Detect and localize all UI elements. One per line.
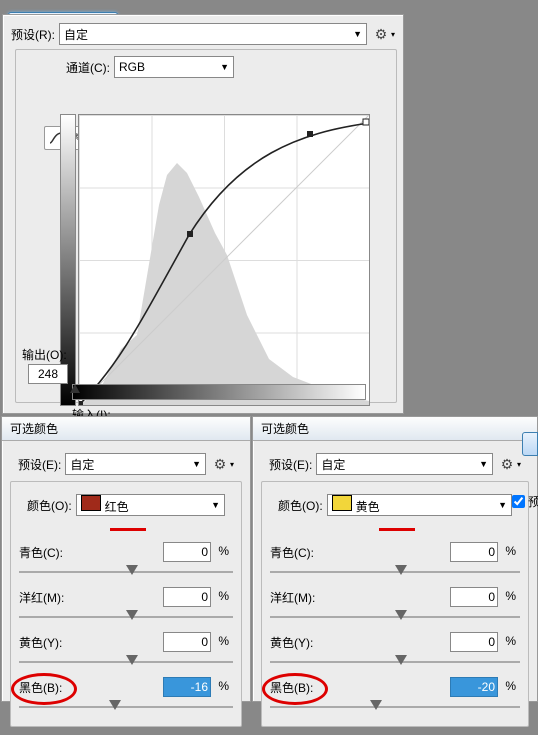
yellow-slider[interactable]: [19, 655, 233, 669]
output-value[interactable]: 248: [28, 364, 68, 384]
black-row: 黑色(B): -20%: [270, 679, 520, 714]
output-label: 输出(O):: [22, 346, 67, 363]
annotation-underline: [110, 528, 146, 531]
yellow-input[interactable]: 0: [450, 632, 498, 652]
ok-button-clipped[interactable]: [522, 432, 538, 456]
color-swatch-icon: [332, 495, 352, 511]
cyan-slider[interactable]: [270, 565, 520, 579]
preview-checkbox[interactable]: [512, 495, 525, 508]
chevron-down-icon: ▼: [192, 459, 201, 469]
magenta-slider[interactable]: [19, 610, 233, 624]
gear-menu-arrow-icon: ▾: [391, 30, 395, 39]
preset-value: 自定: [64, 26, 88, 43]
gear-icon[interactable]: [212, 456, 228, 472]
channel-value: RGB: [119, 60, 145, 74]
yellow-row: 黄色(Y): 0%: [270, 634, 520, 669]
color-swatch-icon: [81, 495, 101, 511]
gear-icon[interactable]: [499, 456, 515, 472]
preview-checkbox-row-2[interactable]: 预: [508, 492, 538, 511]
curves-panel: 预设(R): 自定 ▼ ▾ 通道(C): RGB ▼ ✎: [2, 14, 404, 414]
black-point-slider[interactable]: [70, 384, 80, 393]
annotation-underline: [379, 528, 415, 531]
sc-preset-dropdown[interactable]: 自定▼: [65, 453, 206, 475]
channel-label: 通道(C):: [66, 59, 110, 76]
sc-preset-label: 预设(E):: [269, 456, 312, 473]
black-slider[interactable]: [19, 700, 233, 714]
black-input[interactable]: -20: [450, 677, 498, 697]
yellow-row: 黄色(Y): 0%: [19, 634, 233, 669]
magenta-slider[interactable]: [270, 610, 520, 624]
black-slider[interactable]: [270, 700, 520, 714]
black-row: 黑色(B): -16%: [19, 679, 233, 714]
selective-color-panel-1: 可选颜色 预设(E): 自定▼ ▾ 颜色(O): 红色 ▼ 青色(C): 0%: [1, 416, 251, 702]
input-gradient[interactable]: [72, 384, 366, 400]
preset-dropdown[interactable]: 自定 ▼: [59, 23, 367, 45]
panel-title: 可选颜色: [2, 417, 250, 441]
chevron-down-icon: ▼: [479, 459, 488, 469]
preset-label: 预设(R):: [11, 26, 55, 43]
curves-group: 通道(C): RGB ▼ ✎: [15, 49, 397, 403]
sc-preset-dropdown[interactable]: 自定▼: [316, 453, 493, 475]
curves-graph[interactable]: [78, 114, 370, 406]
panel-title: 可选颜色: [253, 417, 537, 441]
cyan-slider[interactable]: [19, 565, 233, 579]
black-input[interactable]: -16: [163, 677, 211, 697]
magenta-row: 洋红(M): 0%: [19, 589, 233, 624]
selective-color-panel-2: 可选颜色 预设(E): 自定▼ ▾ 颜色(O): 黄色 ▼ 青色(C): 0%: [252, 416, 538, 702]
chevron-down-icon: ▼: [220, 62, 229, 72]
cyan-row: 青色(C): 0%: [270, 544, 520, 579]
cyan-input[interactable]: 0: [450, 542, 498, 562]
yellow-input[interactable]: 0: [163, 632, 211, 652]
magenta-input[interactable]: 0: [163, 587, 211, 607]
chevron-down-icon: ▼: [211, 500, 220, 510]
magenta-input[interactable]: 0: [450, 587, 498, 607]
chevron-down-icon: ▼: [498, 500, 507, 510]
cyan-input[interactable]: 0: [163, 542, 211, 562]
sc-group: 颜色(O): 红色 ▼ 青色(C): 0% 洋红(M): 0% 黄色(Y): 0…: [10, 481, 242, 727]
sc-preset-label: 预设(E):: [18, 456, 61, 473]
yellow-slider[interactable]: [270, 655, 520, 669]
magenta-row: 洋红(M): 0%: [270, 589, 520, 624]
sc-color-label: 颜色(O):: [278, 497, 323, 514]
gear-icon[interactable]: [373, 26, 389, 42]
chevron-down-icon: ▼: [353, 29, 362, 39]
sc-color-label: 颜色(O):: [27, 497, 72, 514]
sc-color-dropdown[interactable]: 红色 ▼: [76, 494, 225, 516]
sc-color-dropdown[interactable]: 黄色 ▼: [327, 494, 512, 516]
sc-group: 颜色(O): 黄色 ▼ 青色(C): 0% 洋红(M): 0% 黄色(Y): 0…: [261, 481, 529, 727]
curves-svg: [79, 115, 369, 405]
cyan-row: 青色(C): 0%: [19, 544, 233, 579]
channel-dropdown[interactable]: RGB ▼: [114, 56, 234, 78]
